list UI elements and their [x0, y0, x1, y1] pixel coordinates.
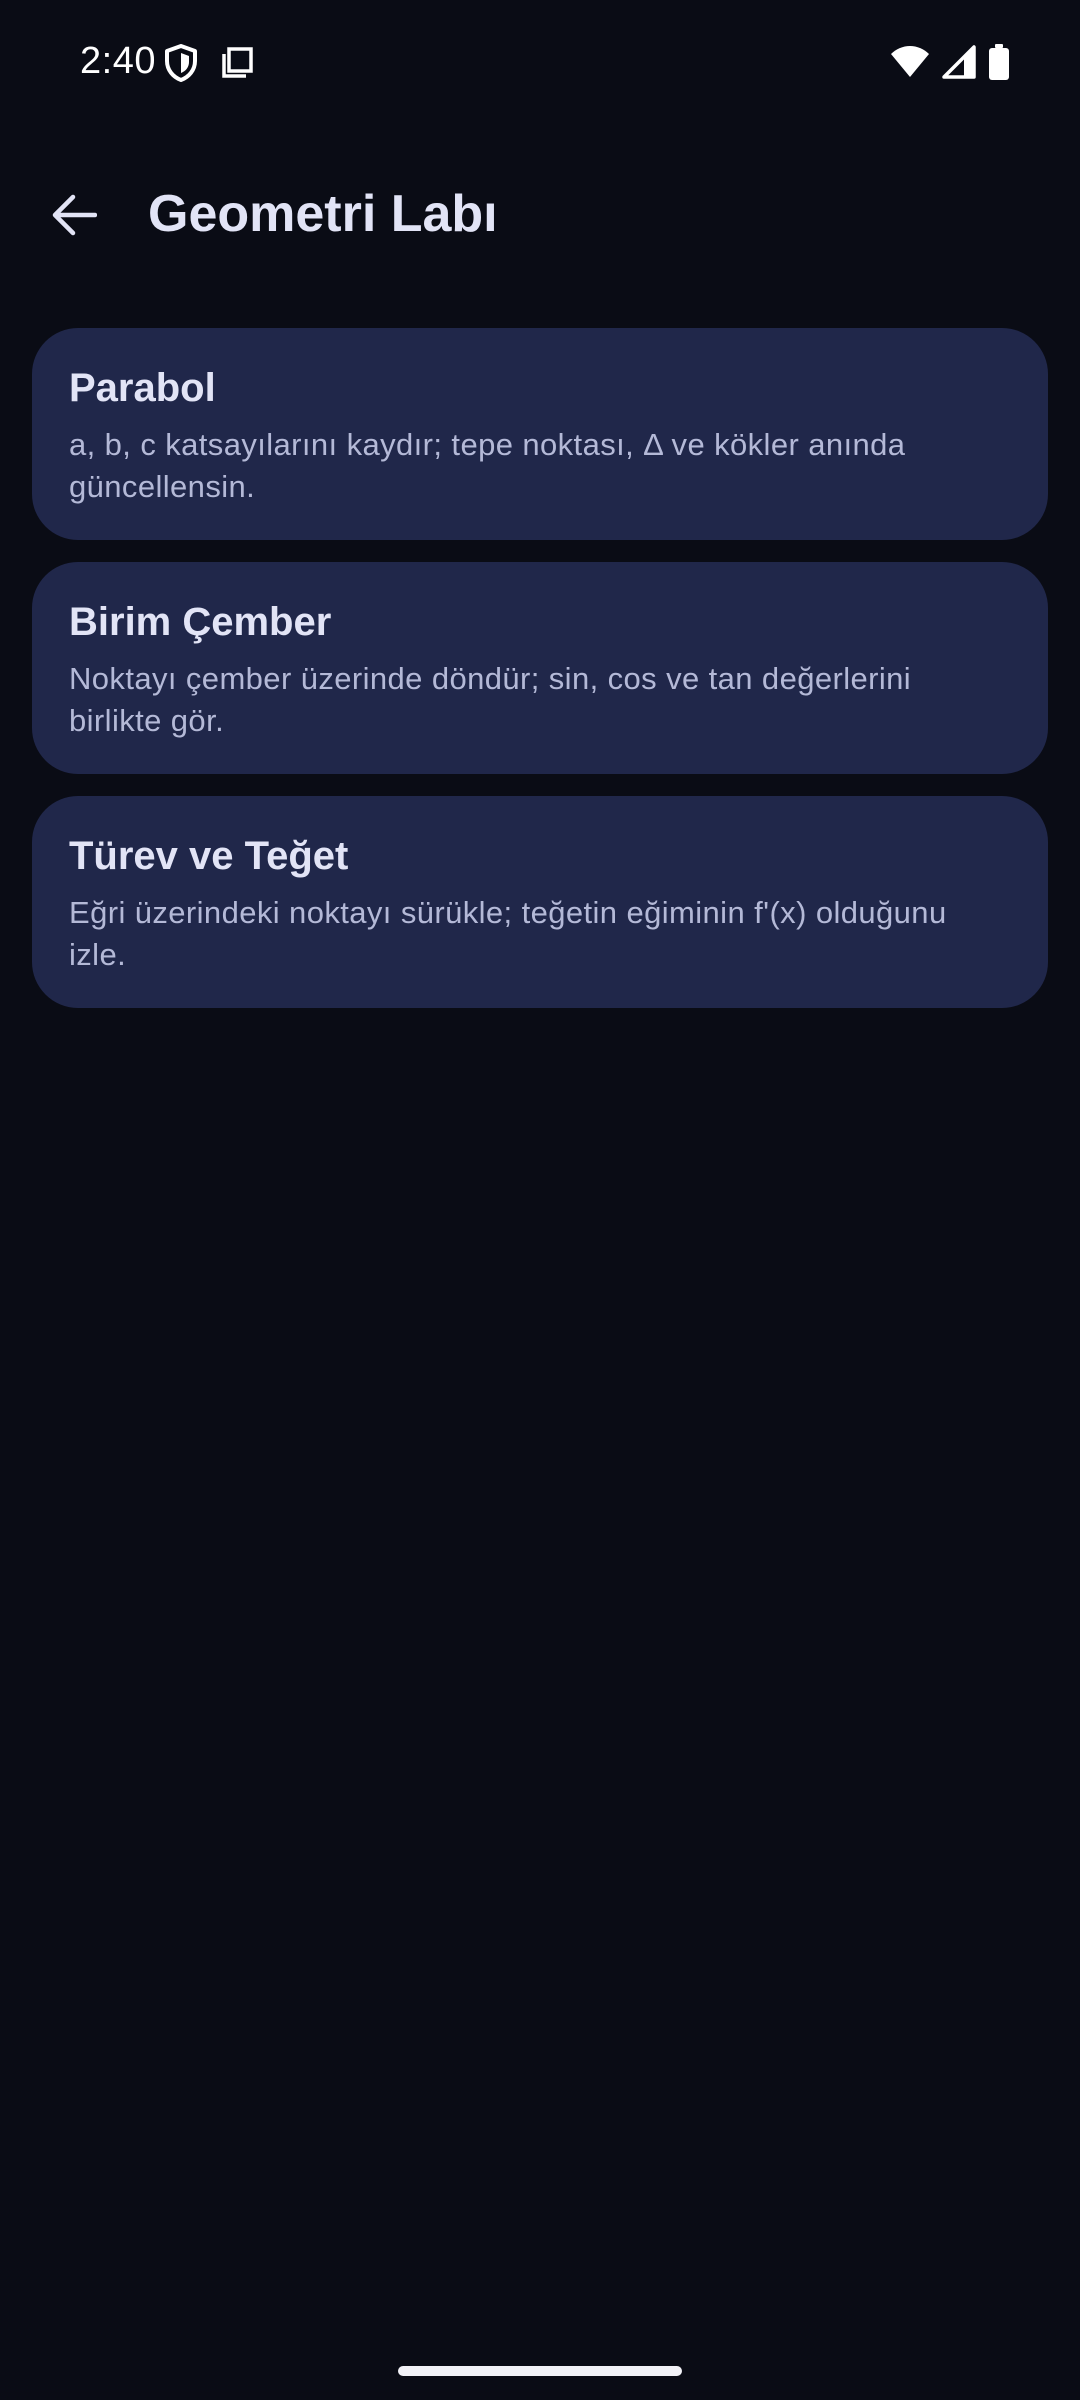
status-bar: 2:40: [0, 0, 1080, 128]
status-time: 2:40: [80, 40, 156, 82]
battery-icon: [988, 44, 1010, 80]
back-button[interactable]: [28, 175, 120, 255]
card-title: Türev ve Teğet: [69, 834, 349, 878]
status-right-icons: [890, 44, 1010, 80]
card-description: Eğri üzerindeki noktayı sürükle; teğetin…: [69, 895, 947, 972]
arrow-back-icon: [51, 194, 98, 236]
card-description: a, b, c katsayılarını kaydır; tepe nokta…: [69, 427, 906, 504]
app-bar: Geometri Labı: [0, 150, 1080, 280]
page-title: Geometri Labı: [148, 185, 498, 243]
card-birim-cember[interactable]: Birim Çember Noktayı çember üzerinde dön…: [32, 562, 1048, 774]
wifi-icon: [890, 45, 930, 79]
card-title: Birim Çember: [69, 600, 332, 644]
shield-icon: [164, 44, 198, 82]
card-turev-ve-teget[interactable]: Türev ve Teğet Eğri üzerindeki noktayı s…: [32, 796, 1048, 1008]
cellular-signal-icon: [942, 45, 976, 79]
lab-card-list: Parabol a, b, c katsayılarını kaydır; te…: [32, 328, 1048, 1008]
status-left-icons: [164, 44, 254, 82]
card-description: Noktayı çember üzerinde döndür; sin, cos…: [69, 661, 912, 738]
screenshot-icon: [220, 46, 254, 80]
gesture-nav-bar[interactable]: [398, 2366, 682, 2376]
card-title: Parabol: [69, 366, 216, 410]
card-parabol[interactable]: Parabol a, b, c katsayılarını kaydır; te…: [32, 328, 1048, 540]
